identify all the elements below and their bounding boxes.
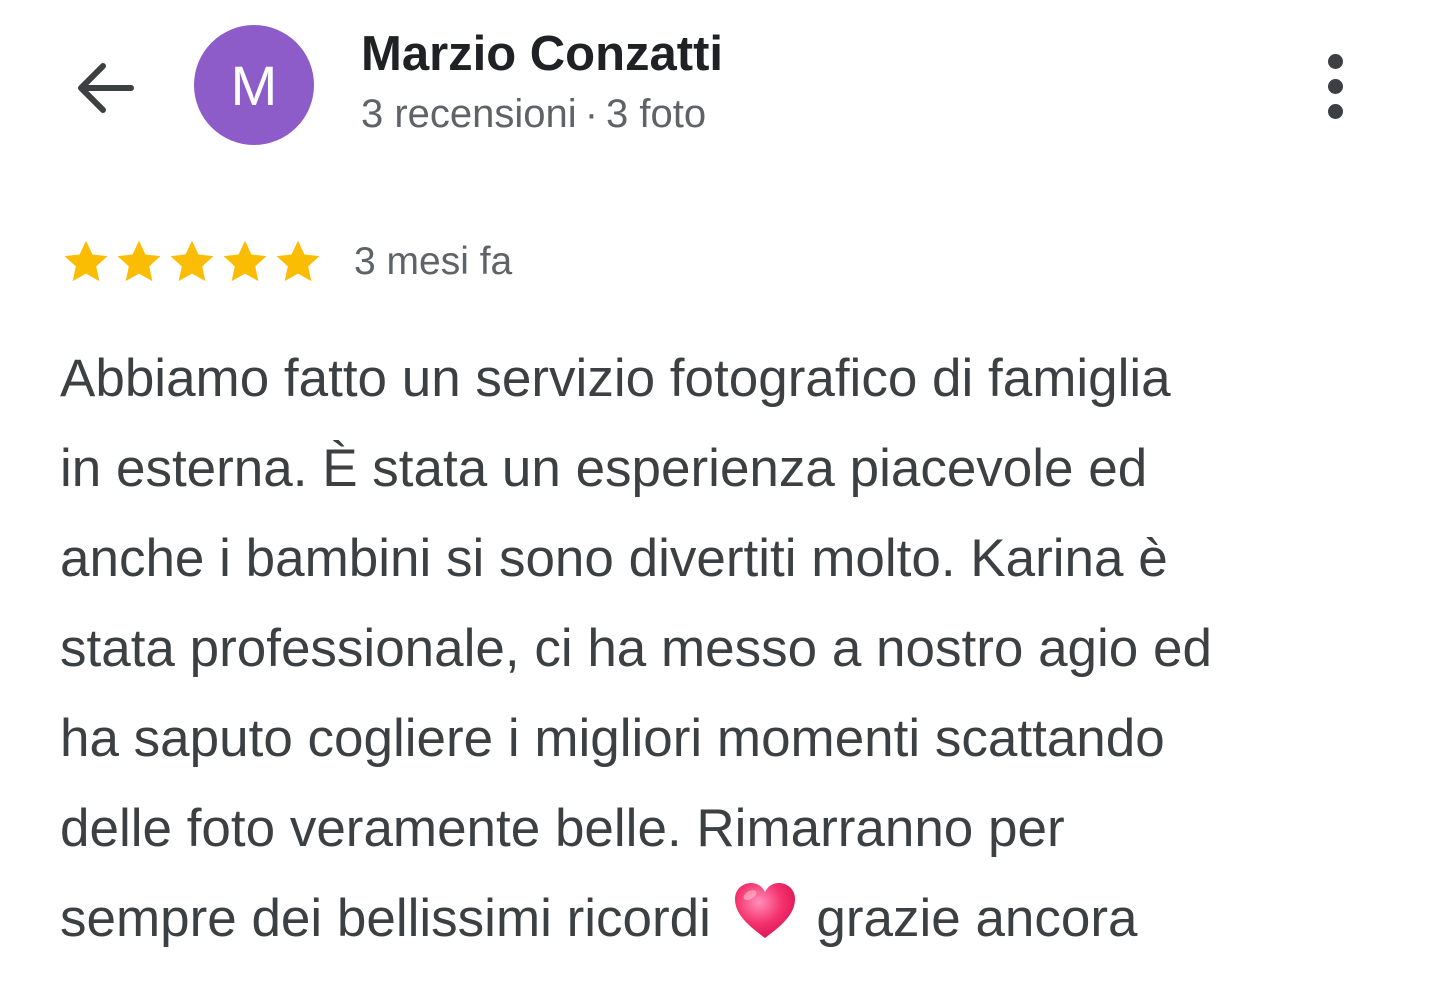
review-date: 3 mesi fa bbox=[354, 240, 513, 283]
meta-separator: · bbox=[584, 92, 599, 136]
star-icon bbox=[117, 240, 161, 282]
more-options-button[interactable] bbox=[1300, 48, 1370, 124]
review-page: M Marzio Conzatti 3 recensioni · 3 foto 3 … bbox=[0, 0, 1440, 990]
more-vert-icon-dot bbox=[1327, 78, 1343, 94]
review-line: anche i bambini si sono divertiti molto.… bbox=[60, 529, 1168, 588]
star-icon bbox=[223, 240, 267, 282]
more-vert-icon bbox=[1327, 53, 1343, 69]
review-text: Abbiamo fatto un servizio fotografico di… bbox=[60, 334, 1390, 964]
arrow-left-icon bbox=[78, 63, 134, 113]
review-line: stata professionale, ci ha messo a nostr… bbox=[60, 619, 1212, 678]
review-header: M Marzio Conzatti 3 recensioni · 3 foto bbox=[0, 0, 1440, 170]
review-line-text: grazie ancora bbox=[816, 889, 1138, 948]
review-line: ha saputo cogliere i migliori momenti sc… bbox=[60, 709, 1165, 768]
star-rating bbox=[60, 237, 324, 287]
rating-row: 3 mesi fa bbox=[60, 232, 512, 292]
heart-icon bbox=[734, 883, 795, 938]
photos-count: 3 foto bbox=[606, 92, 707, 136]
avatar-letter: M bbox=[230, 53, 278, 117]
review-line: delle foto veramente belle. Rimarranno p… bbox=[60, 799, 1065, 858]
avatar[interactable]: M bbox=[194, 25, 314, 145]
star-icon bbox=[170, 240, 214, 282]
more-vert-icon-dot bbox=[1327, 103, 1343, 119]
back-button[interactable] bbox=[66, 50, 142, 126]
review-line-last: sempre dei bellissimi ricordi grazie anc… bbox=[60, 874, 1390, 964]
author-name[interactable]: Marzio Conzatti bbox=[361, 26, 723, 82]
star-icon bbox=[64, 240, 108, 282]
author-stats: 3 recensioni · 3 foto bbox=[361, 92, 706, 137]
star-icon bbox=[276, 240, 320, 282]
review-line: Abbiamo fatto un servizio fotografico di… bbox=[60, 349, 1171, 408]
review-line-text: sempre dei bellissimi ricordi bbox=[60, 889, 711, 948]
review-line: in esterna. È stata un esperienza piacev… bbox=[60, 439, 1148, 498]
reviews-count: 3 recensioni bbox=[361, 92, 577, 136]
